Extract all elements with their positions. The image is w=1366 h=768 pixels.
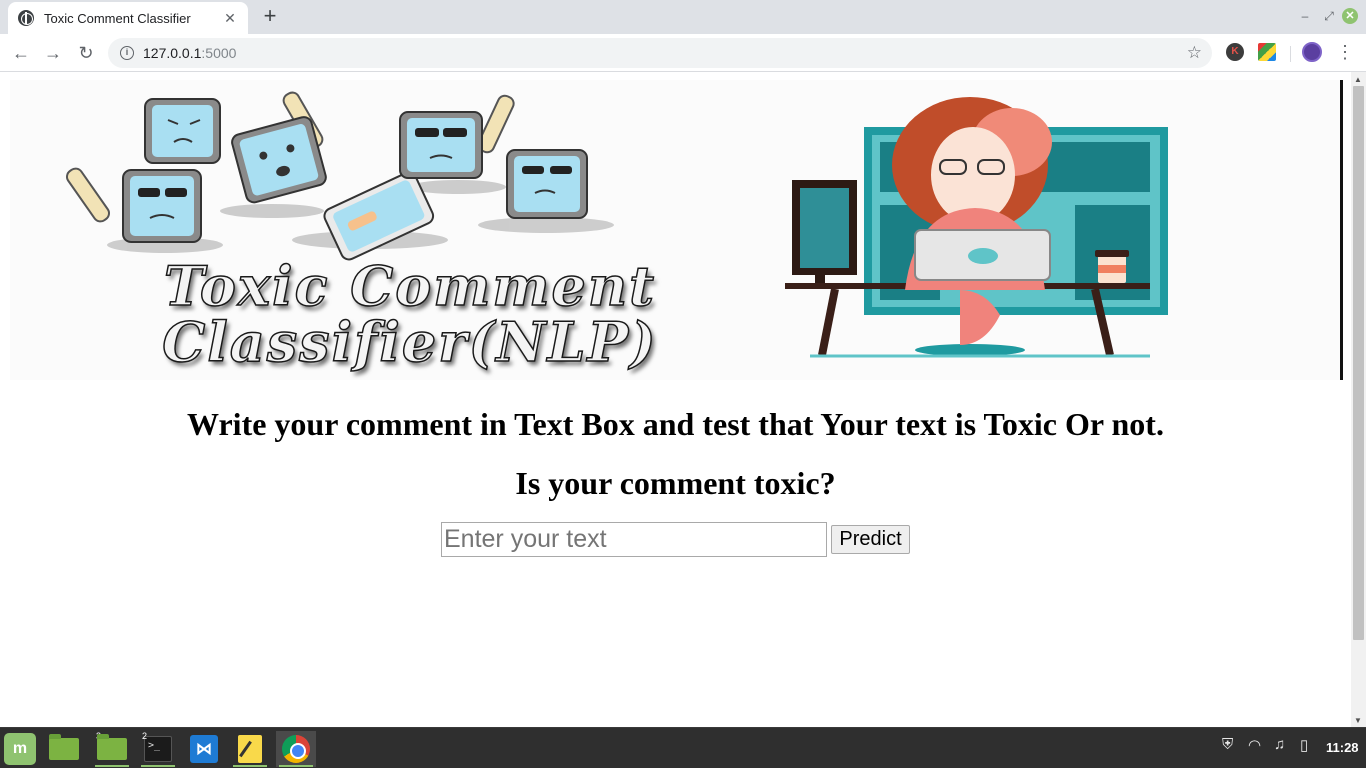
running-indicator bbox=[141, 765, 175, 767]
comment-form: Predict bbox=[441, 522, 910, 557]
browser-tab[interactable]: Toxic Comment Classifier ✕ bbox=[8, 2, 248, 34]
office-illustration bbox=[785, 97, 1168, 358]
taskbar-text-editor[interactable] bbox=[230, 731, 270, 767]
profile-avatar[interactable] bbox=[1302, 42, 1322, 62]
page-viewport: Toxic Comment Classifier(NLP) Write your… bbox=[0, 72, 1351, 727]
os-taskbar: m 3 2 >_ ⋈ ⛨ ◠ ♫ ▯ 11:28 bbox=[0, 727, 1366, 768]
info-icon[interactable]: i bbox=[120, 46, 134, 60]
taskbar-files[interactable] bbox=[44, 731, 84, 767]
sound-icon[interactable]: ♫ bbox=[1274, 736, 1285, 753]
new-tab-button[interactable]: + bbox=[258, 4, 282, 28]
shield-icon[interactable]: ⛨ bbox=[1222, 736, 1233, 753]
globe-icon bbox=[18, 10, 34, 26]
wifi-icon[interactable]: ◠ bbox=[1248, 736, 1261, 754]
back-arrow-icon[interactable]: ← bbox=[8, 40, 34, 66]
mint-menu-button[interactable]: m bbox=[0, 731, 40, 767]
toolbar-divider bbox=[1290, 46, 1291, 62]
folder-icon bbox=[97, 734, 127, 760]
banner-right-rule bbox=[1340, 80, 1343, 380]
instruction-heading: Write your comment in Text Box and test … bbox=[187, 406, 1164, 442]
taskbar-vscode[interactable]: ⋈ bbox=[184, 731, 224, 767]
url-host: 127.0.0.1 bbox=[143, 45, 202, 61]
banner-title-line-2: Classifier(NLP) bbox=[162, 310, 658, 374]
extension-k-letter: K bbox=[1231, 46, 1239, 57]
extension-k-icon[interactable]: K bbox=[1226, 43, 1244, 61]
bookmark-star-icon[interactable]: ☆ bbox=[1187, 43, 1202, 63]
running-indicator bbox=[95, 765, 129, 767]
banner-title: Toxic Comment Classifier(NLP) bbox=[50, 254, 770, 374]
reload-icon[interactable]: ↻ bbox=[73, 40, 99, 66]
predict-button[interactable]: Predict bbox=[831, 525, 910, 554]
taskbar-chrome[interactable] bbox=[276, 731, 316, 767]
window-close-icon[interactable]: ✕ bbox=[1342, 8, 1358, 24]
banner-image: Toxic Comment Classifier(NLP) bbox=[10, 80, 1340, 380]
terminal-icon: >_ bbox=[144, 736, 172, 762]
scrollbar-thumb[interactable] bbox=[1353, 86, 1364, 640]
terminal-window-count: 2 bbox=[142, 731, 148, 741]
phone-character bbox=[144, 98, 221, 164]
scroll-down-icon[interactable]: ▼ bbox=[1354, 716, 1362, 725]
text-editor-icon bbox=[238, 735, 262, 763]
extension-grid-icon[interactable] bbox=[1258, 43, 1276, 61]
page-scrollbar[interactable]: ▲ ▼ bbox=[1351, 72, 1366, 727]
running-indicator bbox=[279, 765, 313, 767]
question-heading: Is your comment toxic? bbox=[515, 465, 836, 501]
minimize-icon[interactable]: – bbox=[1296, 7, 1314, 25]
browser-toolbar: ← → ↻ i 127.0.0.1:5000 ☆ K ⋮ bbox=[0, 34, 1366, 72]
comment-input[interactable] bbox=[441, 522, 827, 557]
restore-icon[interactable]: ⤢ bbox=[1320, 7, 1338, 25]
banner-title-line-1: Toxic Comment bbox=[163, 254, 657, 318]
taskbar-files-windows[interactable]: 3 bbox=[92, 731, 132, 767]
battery-icon[interactable]: ▯ bbox=[1300, 736, 1308, 754]
mint-logo-icon: m bbox=[4, 733, 36, 765]
chrome-icon bbox=[282, 735, 310, 763]
tab-title: Toxic Comment Classifier bbox=[44, 10, 191, 26]
address-bar[interactable]: i 127.0.0.1:5000 ☆ bbox=[108, 38, 1212, 68]
more-menu-icon[interactable]: ⋮ bbox=[1336, 41, 1354, 63]
url-port: :5000 bbox=[201, 45, 237, 61]
taskbar-terminal[interactable]: 2 >_ bbox=[138, 731, 178, 767]
tab-close-icon[interactable]: ✕ bbox=[222, 10, 238, 27]
scroll-up-icon[interactable]: ▲ bbox=[1354, 75, 1362, 84]
clock[interactable]: 11:28 bbox=[1326, 740, 1359, 755]
tab-strip: Toxic Comment Classifier ✕ + – ⤢ ✕ bbox=[0, 0, 1366, 34]
folder-icon bbox=[49, 734, 79, 760]
running-indicator bbox=[233, 765, 267, 767]
vscode-icon: ⋈ bbox=[190, 735, 218, 763]
forward-arrow-icon[interactable]: → bbox=[40, 40, 66, 66]
